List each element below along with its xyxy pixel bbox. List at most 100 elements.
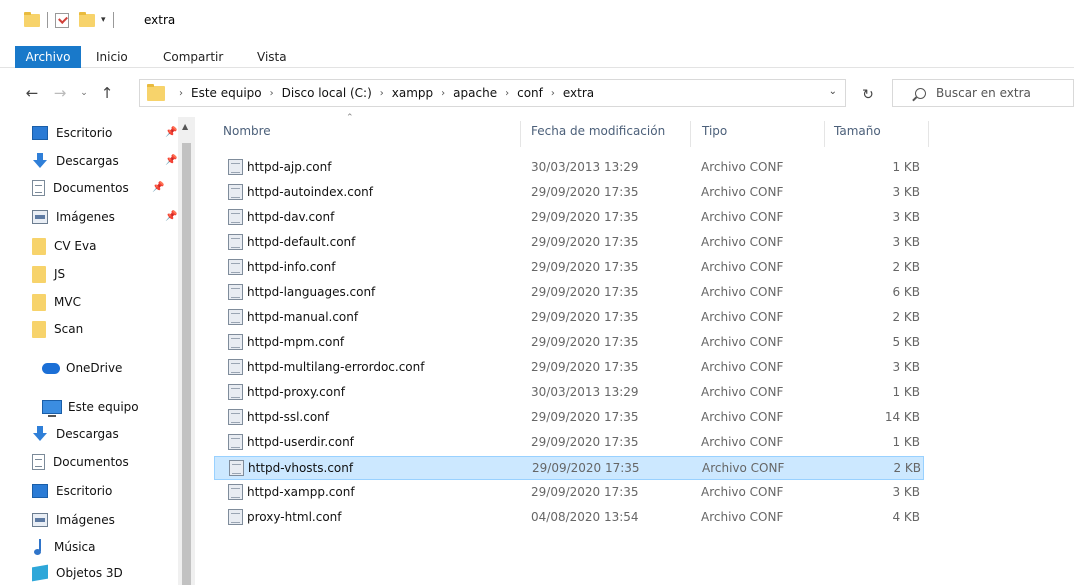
column-header-tipo[interactable]: Tipo (702, 124, 727, 142)
file-row[interactable]: httpd-languages.conf 29/09/2020 17:35 Arch… (214, 281, 924, 305)
sidebar-item-escritorio-pc[interactable]: Escritorio (32, 479, 112, 503)
sidebar-item-imagenes[interactable]: Imágenes (32, 205, 115, 229)
sidebar-item-onedrive[interactable]: OneDrive (42, 356, 122, 380)
file-row[interactable]: httpd-default.conf 29/09/2020 17:35 Archiv… (214, 231, 924, 255)
conf-file-icon (228, 284, 243, 300)
recent-locations-dropdown[interactable]: ⌄ (77, 81, 91, 105)
sidebar-item-label: CV Eva (54, 239, 97, 253)
sidebar-item-documentos[interactable]: Documentos (32, 176, 129, 200)
toolbar-divider (47, 12, 48, 28)
sidebar-item-label: Este equipo (68, 400, 139, 414)
file-date: 29/09/2020 17:35 (531, 235, 639, 249)
file-type: Archivo CONF (701, 185, 784, 199)
file-row[interactable]: httpd-dav.conf 29/09/2020 17:35 Archivo CO… (214, 206, 924, 230)
folder-icon (32, 320, 46, 338)
chevron-right-icon[interactable]: › (380, 88, 384, 99)
breadcrumb-disco-local[interactable]: Disco local (C:) (282, 86, 372, 100)
refresh-button[interactable]: ↻ (853, 81, 883, 109)
column-header-fecha[interactable]: Fecha de modificación (531, 124, 665, 142)
breadcrumb-extra[interactable]: extra (563, 86, 594, 100)
file-row[interactable]: httpd-info.conf 29/09/2020 17:35 Archivo C… (214, 256, 924, 280)
chevron-right-icon[interactable]: › (441, 88, 445, 99)
breadcrumb-apache[interactable]: apache (453, 86, 497, 100)
breadcrumb-este-equipo[interactable]: Este equipo (191, 86, 262, 100)
sidebar-item-imagenes-pc[interactable]: Imágenes (32, 508, 115, 532)
file-row[interactable]: httpd-ssl.conf 29/09/2020 17:35 Archivo CO… (214, 406, 924, 430)
chevron-right-icon[interactable]: › (551, 88, 555, 99)
file-type: Archivo CONF (701, 360, 784, 374)
sidebar-item-label: Documentos (53, 455, 129, 469)
sidebar-item-descargas[interactable]: Descargas (32, 149, 119, 173)
forward-button[interactable]: → (50, 81, 70, 105)
address-bar[interactable]: › Este equipo › Disco local (C:) › xampp… (139, 79, 846, 107)
column-divider[interactable] (520, 121, 521, 147)
folder-icon (32, 293, 46, 311)
conf-file-icon (228, 384, 243, 400)
conf-file-icon (228, 259, 243, 275)
sidebar-item-escritorio[interactable]: Escritorio (32, 121, 112, 145)
column-divider[interactable] (690, 121, 691, 147)
file-row[interactable]: httpd-manual.conf 29/09/2020 17:35 Archivo… (214, 306, 924, 330)
sidebar-item-js[interactable]: JS (32, 262, 65, 286)
file-size: 2 KB (892, 310, 920, 324)
file-name: httpd-languages.conf (247, 285, 376, 299)
file-row[interactable]: proxy-html.conf 04/08/2020 13:54 Archivo C… (214, 506, 924, 530)
ribbon-tabs: Archivo Inicio Compartir Vista (0, 38, 1074, 68)
file-row[interactable]: httpd-proxy.conf 30/03/2013 13:29 Archivo … (214, 381, 924, 405)
file-row[interactable]: httpd-xampp.conf 29/09/2020 17:35 Archivo … (214, 481, 924, 505)
navigation-bar: ← → ⌄ ↑ › Este equipo › Disco local (C:)… (0, 69, 1074, 117)
tab-compartir[interactable]: Compartir (163, 47, 223, 67)
file-row[interactable]: httpd-userdir.conf 29/09/2020 17:35 Archiv… (214, 431, 924, 455)
column-divider[interactable] (928, 121, 929, 147)
file-name: proxy-html.conf (247, 510, 342, 524)
chevron-right-icon[interactable]: › (505, 88, 509, 99)
scroll-up-icon[interactable]: ▲ (182, 122, 188, 131)
address-dropdown-icon[interactable]: ⌄ (829, 86, 837, 97)
up-button[interactable]: ↑ (97, 81, 117, 105)
chevron-right-icon[interactable]: › (270, 88, 274, 99)
search-box[interactable] (892, 79, 1074, 107)
file-name: httpd-multilang-errordoc.conf (247, 360, 425, 374)
sidebar-item-scan[interactable]: Scan (32, 317, 83, 341)
documents-icon (32, 454, 45, 470)
sidebar-item-objetos-3d[interactable]: Objetos 3D (32, 561, 123, 585)
search-input[interactable] (936, 86, 1066, 100)
sidebar-scrollbar[interactable]: ▲ (178, 117, 195, 585)
back-button[interactable]: ← (22, 81, 42, 105)
chevron-right-icon[interactable]: › (179, 88, 183, 99)
breadcrumb-conf[interactable]: conf (517, 86, 543, 100)
file-row[interactable]: httpd-vhosts.conf 29/09/2020 17:35 Archivo… (214, 456, 924, 480)
file-size: 1 KB (892, 160, 920, 174)
conf-file-icon (228, 159, 243, 175)
file-row[interactable]: httpd-mpm.conf 29/09/2020 17:35 Archivo CO… (214, 331, 924, 355)
conf-file-icon (228, 234, 243, 250)
documents-icon (32, 180, 45, 196)
file-row[interactable]: httpd-multilang-errordoc.conf 29/09/2020 … (214, 356, 924, 380)
file-date: 29/09/2020 17:35 (531, 485, 639, 499)
sidebar-item-musica[interactable]: Música (32, 535, 96, 559)
sidebar-item-este-equipo[interactable]: Este equipo (42, 395, 139, 419)
column-header-nombre[interactable]: Nombre (223, 124, 271, 142)
file-name: httpd-info.conf (247, 260, 336, 274)
breadcrumb-xampp[interactable]: xampp (392, 86, 433, 100)
folder-icon (32, 265, 46, 283)
file-row[interactable]: httpd-autoindex.conf 29/09/2020 17:35 Arch… (214, 181, 924, 205)
conf-file-icon (228, 184, 243, 200)
column-header-tamano[interactable]: Tamaño (834, 124, 881, 142)
scrollbar-thumb[interactable] (182, 143, 191, 585)
properties-icon[interactable] (55, 12, 69, 28)
sidebar-item-mvc[interactable]: MVC (32, 290, 81, 314)
tab-vista[interactable]: Vista (257, 47, 287, 67)
column-divider[interactable] (824, 121, 825, 147)
sidebar-item-descargas-pc[interactable]: Descargas (32, 422, 119, 446)
tab-archivo[interactable]: Archivo (15, 46, 81, 68)
sidebar-item-documentos-pc[interactable]: Documentos (32, 450, 129, 474)
file-row[interactable]: httpd-ajp.conf 30/03/2013 13:29 Archivo CO… (214, 156, 924, 180)
file-type: Archivo CONF (701, 210, 784, 224)
new-folder-icon[interactable] (79, 11, 95, 27)
music-icon (32, 539, 46, 555)
search-icon (915, 87, 926, 99)
customize-toolbar-dropdown[interactable]: ▾ (101, 15, 106, 25)
tab-inicio[interactable]: Inicio (96, 47, 128, 67)
sidebar-item-cv-eva[interactable]: CV Eva (32, 234, 96, 258)
